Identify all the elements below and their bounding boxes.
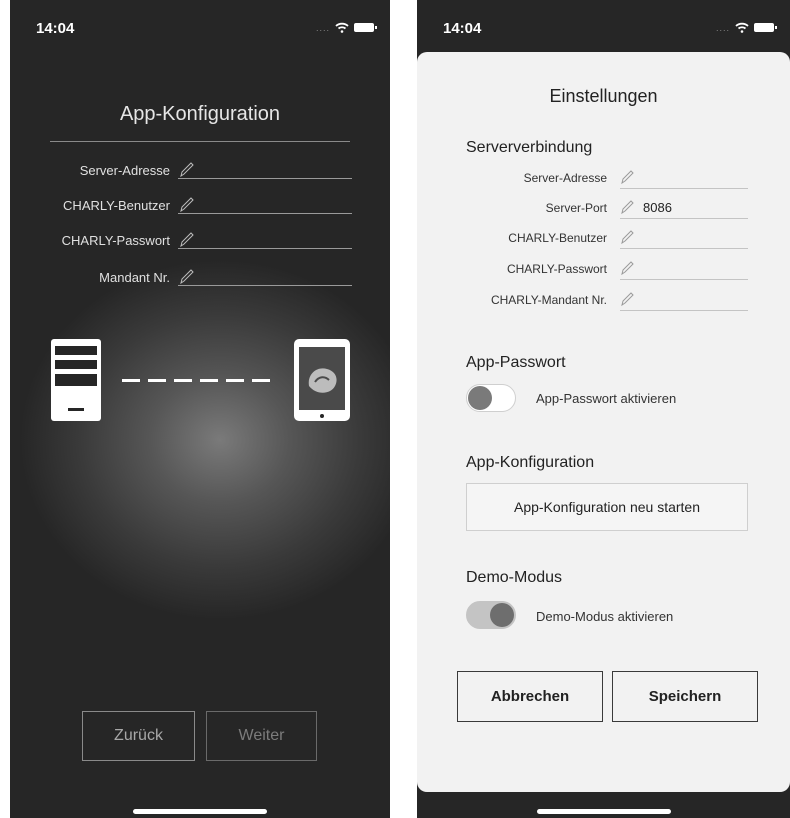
field-underline bbox=[178, 213, 352, 214]
save-button[interactable]: Speichern bbox=[612, 671, 758, 722]
pencil-icon bbox=[621, 170, 634, 185]
battery-icon bbox=[354, 23, 377, 32]
title-divider bbox=[50, 141, 350, 142]
demo-mode-heading: Demo-Modus bbox=[466, 569, 563, 586]
pencil-icon bbox=[621, 230, 634, 245]
connection-dash bbox=[226, 379, 244, 382]
status-icons: .... bbox=[315, 22, 377, 33]
charly-user-field[interactable]: CHARLY-Benutzer bbox=[417, 228, 790, 250]
server-address-field[interactable]: Server-Adresse bbox=[417, 168, 790, 190]
app-password-heading: App-Passwort bbox=[466, 354, 566, 371]
field-underline bbox=[178, 248, 352, 249]
charly-mandant-field[interactable]: CHARLY-Mandant Nr. bbox=[417, 290, 790, 312]
signal-icon: .... bbox=[315, 22, 330, 33]
cancel-button[interactable]: Abbrechen bbox=[457, 671, 603, 722]
field-underline bbox=[620, 218, 748, 219]
field-label: Server-Adresse bbox=[79, 163, 170, 178]
demo-mode-toggle-label: Demo-Modus aktivieren bbox=[536, 609, 674, 624]
toggle-knob bbox=[490, 603, 514, 627]
status-icons: .... bbox=[715, 22, 777, 33]
server-icon bbox=[51, 339, 101, 421]
field-label: Server-Port bbox=[545, 201, 607, 215]
field-value: 8086 bbox=[643, 200, 672, 215]
connection-dash bbox=[122, 379, 140, 382]
charly-password-field[interactable]: CHARLY-Passwort bbox=[10, 230, 390, 252]
field-label: CHARLY-Mandant Nr. bbox=[490, 293, 607, 307]
signal-icon: .... bbox=[715, 22, 730, 33]
connection-dash bbox=[200, 379, 218, 382]
home-indicator[interactable] bbox=[536, 809, 671, 814]
app-config-heading: App-Konfiguration bbox=[466, 454, 595, 471]
pencil-icon bbox=[180, 232, 194, 248]
field-label: Mandant Nr. bbox=[99, 270, 170, 285]
wifi-icon bbox=[335, 22, 349, 33]
toggle-knob bbox=[468, 386, 492, 410]
battery-icon bbox=[754, 23, 777, 32]
status-time: 14:04 bbox=[443, 20, 482, 37]
field-label: Server-Adresse bbox=[523, 171, 607, 185]
server-address-field[interactable]: Server-Adresse bbox=[10, 160, 390, 182]
background-glow bbox=[10, 260, 390, 620]
pencil-icon bbox=[180, 162, 194, 178]
restart-config-button[interactable]: App-Konfiguration neu starten bbox=[466, 483, 748, 531]
server-port-field[interactable]: Server-Port 8086 bbox=[417, 198, 790, 220]
mandant-number-field[interactable]: Mandant Nr. bbox=[10, 267, 390, 289]
back-button[interactable]: Zurück bbox=[82, 711, 195, 761]
field-underline bbox=[620, 248, 748, 249]
field-label: CHARLY-Benutzer bbox=[508, 231, 607, 245]
right-phone-screen: 14:04 .... Einstellungen Serververbindun… bbox=[417, 0, 790, 818]
server-connection-heading: Serververbindung bbox=[466, 139, 593, 156]
connection-dash bbox=[252, 379, 270, 382]
sheet-title: Einstellungen bbox=[549, 86, 658, 106]
pencil-icon bbox=[180, 269, 194, 285]
field-label: CHARLY-Benutzer bbox=[63, 198, 170, 213]
demo-mode-toggle[interactable] bbox=[466, 601, 516, 629]
connection-dash bbox=[148, 379, 166, 382]
settings-sheet: Einstellungen Serververbindung Server-Ad… bbox=[417, 52, 790, 792]
connection-dash bbox=[174, 379, 192, 382]
field-underline bbox=[178, 285, 352, 286]
field-underline bbox=[620, 310, 748, 311]
pencil-icon bbox=[621, 261, 634, 276]
status-bar: 14:04 .... bbox=[10, 0, 390, 50]
field-underline bbox=[620, 279, 748, 280]
pencil-icon bbox=[180, 197, 194, 213]
field-underline bbox=[620, 188, 748, 189]
left-phone-screen: 14:04 .... App-Konfiguration Server-Adre… bbox=[10, 0, 390, 818]
home-indicator[interactable] bbox=[133, 809, 267, 814]
app-password-toggle-label: App-Passwort aktivieren bbox=[536, 391, 677, 406]
field-label: CHARLY-Passwort bbox=[506, 262, 607, 276]
app-password-toggle[interactable] bbox=[466, 384, 516, 412]
charly-user-field[interactable]: CHARLY-Benutzer bbox=[10, 195, 390, 217]
tablet-icon bbox=[294, 339, 350, 421]
charly-password-field[interactable]: CHARLY-Passwort bbox=[417, 259, 790, 281]
pencil-icon bbox=[621, 200, 634, 215]
pencil-icon bbox=[621, 292, 634, 307]
field-underline bbox=[178, 178, 352, 179]
next-button[interactable]: Weiter bbox=[206, 711, 317, 761]
field-label: CHARLY-Passwort bbox=[61, 233, 170, 248]
wifi-icon bbox=[735, 22, 749, 33]
page-title: App-Konfiguration bbox=[119, 103, 281, 125]
status-time: 14:04 bbox=[36, 20, 75, 37]
status-bar: 14:04 .... bbox=[417, 0, 790, 50]
